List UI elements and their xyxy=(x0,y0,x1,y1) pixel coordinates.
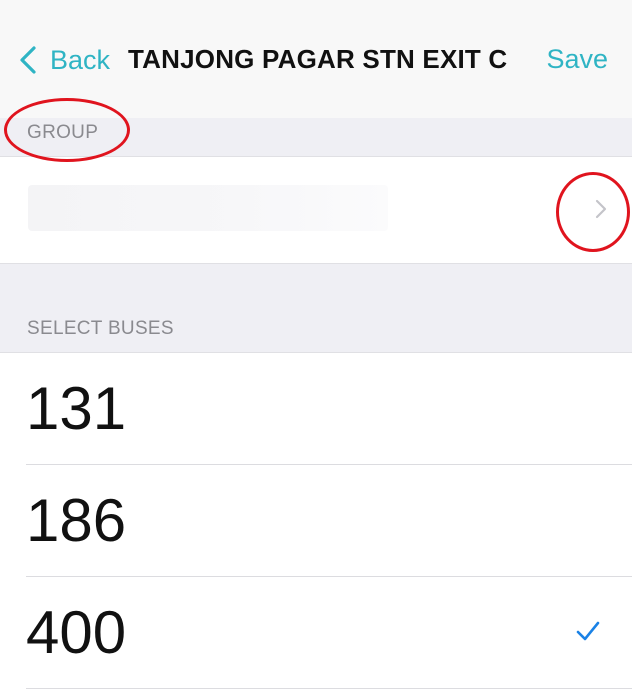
back-button[interactable]: Back xyxy=(12,40,110,80)
annotation-circle-group xyxy=(4,98,130,162)
bus-row-186[interactable]: 186 xyxy=(0,465,632,577)
group-selector-row[interactable] xyxy=(0,156,632,264)
save-button[interactable]: Save xyxy=(546,44,608,75)
bus-number: 400 xyxy=(26,599,127,666)
back-label: Back xyxy=(50,44,111,75)
select-buses-section-header: SELECT BUSES xyxy=(27,318,174,339)
bus-number: 131 xyxy=(26,375,127,442)
group-value-redacted xyxy=(28,185,388,231)
bus-number: 186 xyxy=(26,487,127,554)
bus-list: 131 186 400 xyxy=(0,352,632,693)
row-divider xyxy=(26,688,632,689)
checkmark-icon xyxy=(576,621,600,641)
bus-row-400[interactable]: 400 xyxy=(0,577,632,689)
bus-row-131[interactable]: 131 xyxy=(0,353,632,465)
chevron-left-icon xyxy=(20,46,36,74)
page-title: TANJONG PAGAR STN EXIT C xyxy=(128,44,508,74)
annotation-circle-chevron xyxy=(556,172,630,252)
